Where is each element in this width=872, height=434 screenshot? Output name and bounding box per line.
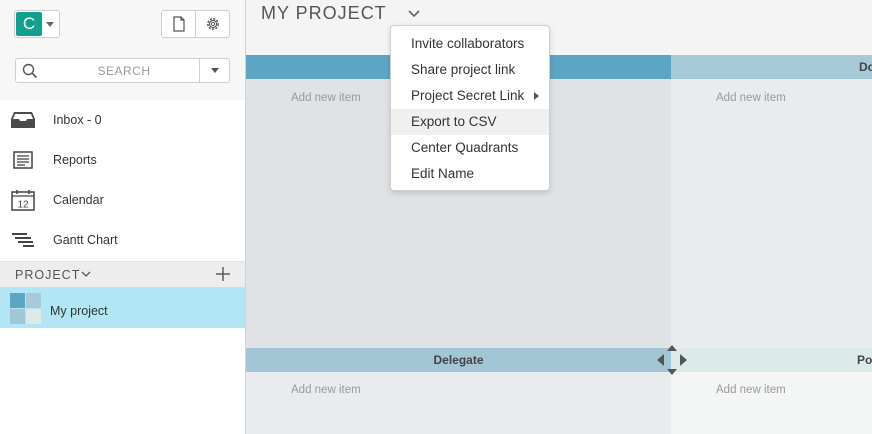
project-thumbnail-icon	[10, 293, 41, 324]
quadrant-header[interactable]: Delegate	[246, 348, 671, 372]
project-item-my-project[interactable]: My project	[0, 287, 245, 328]
sidebar-item-label: Gantt Chart	[53, 233, 118, 247]
settings-button[interactable]	[195, 11, 229, 37]
calendar-icon: 12	[10, 188, 36, 212]
menu-item-export-to-csv[interactable]: Export to CSV	[391, 109, 549, 135]
gantt-icon	[10, 228, 36, 252]
calendar-day: 12	[17, 200, 29, 211]
sidebar-item-label: Calendar	[53, 193, 104, 207]
quadrant-3: Delegate Add new item	[246, 348, 671, 434]
add-project-icon[interactable]	[215, 266, 231, 282]
toolbar-buttons	[161, 10, 230, 38]
main-content: MY PROJECT Add new item Do Add new item …	[246, 0, 872, 434]
quadrant-label: Delegate	[433, 353, 484, 367]
chevron-down-icon	[210, 68, 219, 73]
move-handle-icon[interactable]	[655, 344, 689, 376]
sidebar-nav: Inbox - 0 Reports 12 Calendar Gantt Char…	[0, 100, 245, 260]
projects-header-label[interactable]: PROJECT	[15, 268, 80, 282]
add-item-link[interactable]: Add new item	[716, 92, 786, 104]
chevron-down-icon[interactable]	[46, 22, 54, 27]
quadrant-header[interactable]: Do	[671, 55, 872, 79]
chevron-down-icon[interactable]	[406, 7, 422, 21]
project-name: My project	[50, 304, 108, 318]
sidebar-item-calendar[interactable]: 12 Calendar	[0, 180, 245, 220]
menu-item-center-quadrants[interactable]: Center Quadrants	[391, 135, 549, 161]
new-document-button[interactable]	[162, 11, 195, 37]
quadrant-2: Do Add new item	[671, 55, 872, 348]
project-options-menu: Invite collaborators Share project link …	[390, 25, 550, 191]
reports-icon	[10, 148, 36, 172]
menu-item-label: Project Secret Link	[411, 88, 525, 103]
sidebar-item-label: Reports	[53, 153, 97, 167]
search-box	[15, 58, 230, 83]
quadrant-label: Do	[859, 60, 872, 74]
menu-item-share-project-link[interactable]: Share project link	[391, 57, 549, 83]
page-title[interactable]: MY PROJECT	[261, 3, 387, 24]
search-icon	[22, 63, 38, 79]
add-item-link[interactable]: Add new item	[291, 384, 361, 396]
chevron-right-icon	[534, 92, 539, 100]
document-icon	[172, 16, 185, 32]
sidebar: C SEARCH Inbox - 0 Reports 12 Calendar G…	[0, 0, 246, 434]
quadrant-4: Po Add new item	[671, 348, 872, 434]
sidebar-item-gantt[interactable]: Gantt Chart	[0, 220, 245, 260]
gear-icon	[206, 18, 219, 30]
avatar[interactable]: C	[16, 12, 42, 36]
inbox-icon	[10, 108, 36, 132]
projects-header: PROJECT	[0, 261, 245, 287]
menu-item-edit-name[interactable]: Edit Name	[391, 161, 549, 187]
menu-item-project-secret-link[interactable]: Project Secret Link	[391, 83, 549, 109]
quadrant-header[interactable]: Po	[671, 348, 872, 372]
chevron-down-icon[interactable]	[80, 268, 92, 280]
add-item-link[interactable]: Add new item	[291, 92, 361, 104]
user-menu-button[interactable]: C	[14, 10, 60, 38]
search-input[interactable]	[44, 59, 204, 82]
sidebar-header: C	[0, 0, 245, 100]
quadrant-label: Po	[857, 353, 872, 367]
sidebar-item-label: Inbox - 0	[53, 113, 102, 127]
add-item-link[interactable]: Add new item	[716, 384, 786, 396]
sidebar-item-inbox[interactable]: Inbox - 0	[0, 100, 245, 140]
sidebar-item-reports[interactable]: Reports	[0, 140, 245, 180]
menu-item-invite-collaborators[interactable]: Invite collaborators	[391, 31, 549, 57]
search-options-button[interactable]	[199, 59, 229, 82]
